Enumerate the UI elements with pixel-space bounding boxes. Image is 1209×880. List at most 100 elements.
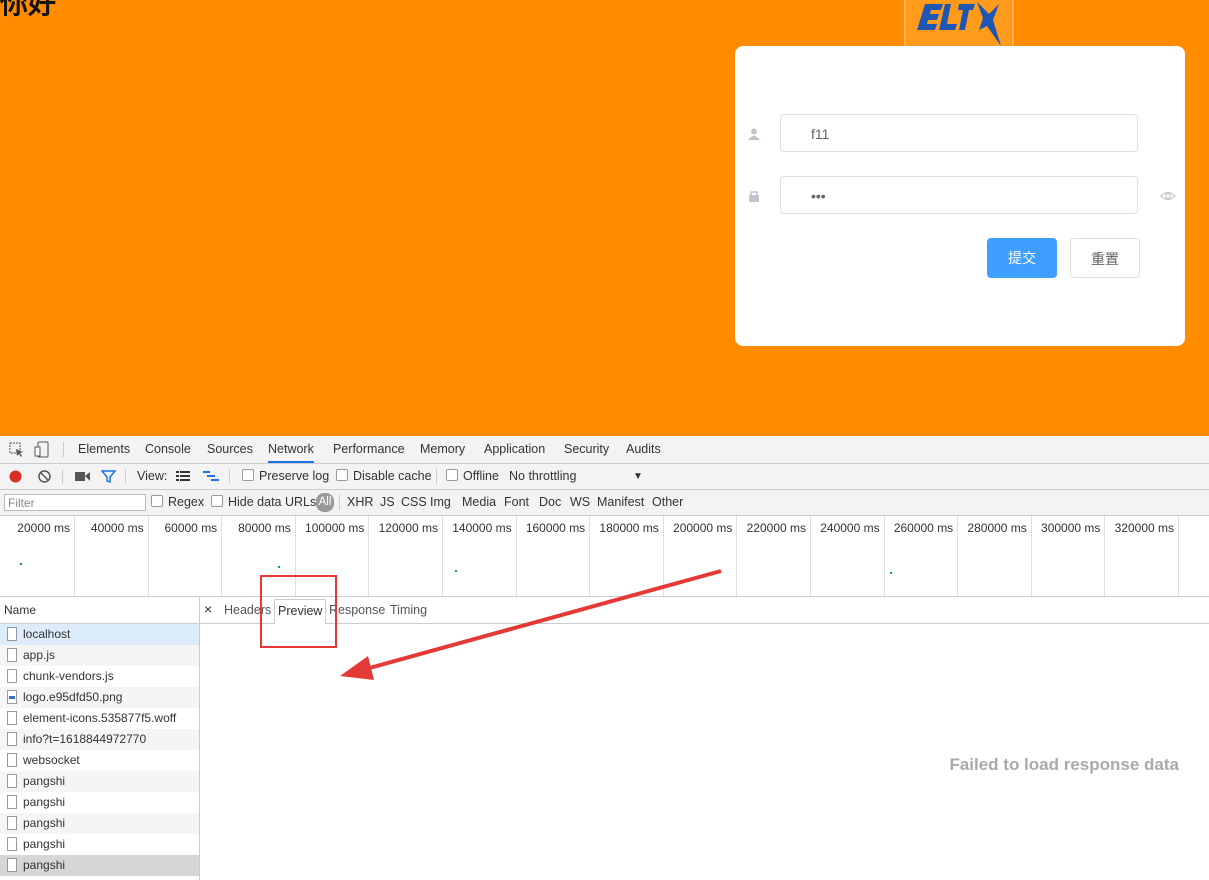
separator bbox=[125, 469, 126, 484]
timeline-gridline bbox=[368, 516, 370, 596]
devtools-tab-bar: Elements Console Sources Network Perform… bbox=[0, 436, 1209, 464]
capture-screenshots-icon[interactable] bbox=[75, 471, 90, 485]
request-row[interactable]: pangshi bbox=[0, 792, 199, 813]
timeline-gridline bbox=[74, 516, 75, 596]
tab-network[interactable]: Network bbox=[268, 436, 314, 463]
timeline-gridline bbox=[1030, 516, 1032, 596]
devtools-panel: Elements Console Sources Network Perform… bbox=[0, 436, 1209, 880]
tab-audits[interactable]: Audits bbox=[626, 436, 661, 463]
timeline-gridline bbox=[1104, 516, 1106, 596]
filter-type-js[interactable]: JS bbox=[380, 490, 395, 515]
tab-timing[interactable]: Timing bbox=[390, 597, 427, 623]
submit-button[interactable]: 提交 bbox=[987, 238, 1057, 278]
eye-icon[interactable] bbox=[1160, 189, 1176, 203]
hide-data-urls-label: Hide data URLs bbox=[228, 495, 317, 509]
clear-icon[interactable] bbox=[38, 470, 51, 486]
throttling-select[interactable]: No throttling bbox=[509, 464, 576, 489]
record-icon[interactable] bbox=[9, 470, 22, 486]
tab-performance[interactable]: Performance bbox=[333, 436, 405, 463]
disable-cache-checkbox[interactable]: Disable cache bbox=[336, 464, 432, 489]
request-row[interactable]: websocket bbox=[0, 750, 199, 771]
web-page-area: 你好 f11 ••• 提交 重置 bbox=[0, 0, 1209, 436]
timeline-tick-label: 320000 ms bbox=[1114, 521, 1174, 535]
preserve-log-checkbox[interactable]: Preserve log bbox=[242, 464, 329, 489]
reset-button[interactable]: 重置 bbox=[1070, 238, 1140, 278]
request-row[interactable]: logo.e95dfd50.png bbox=[0, 687, 199, 708]
detail-tab-bar: × Headers Preview Response Timing bbox=[200, 597, 1209, 624]
filter-type-all[interactable]: All bbox=[316, 493, 334, 512]
filter-type-media[interactable]: Media bbox=[462, 490, 496, 515]
filter-type-other[interactable]: Other bbox=[652, 490, 683, 515]
filter-type-xhr[interactable]: XHR bbox=[347, 490, 373, 515]
separator bbox=[436, 469, 437, 484]
timeline-gridline bbox=[515, 516, 517, 596]
request-name: info?t=1618844972770 bbox=[23, 732, 147, 746]
request-row[interactable]: localhost bbox=[0, 624, 199, 645]
request-row[interactable]: chunk-vendors.js bbox=[0, 666, 199, 687]
throttling-value: No throttling bbox=[509, 469, 577, 483]
tab-response[interactable]: Response bbox=[329, 597, 385, 623]
request-name: pangshi bbox=[23, 816, 66, 830]
offline-checkbox[interactable]: Offline bbox=[446, 464, 499, 489]
timeline-tick-label: 140000 ms bbox=[452, 521, 512, 535]
filter-input[interactable]: Filter bbox=[4, 494, 146, 511]
request-row[interactable]: pangshi bbox=[0, 813, 199, 834]
request-name: element-icons.535877f5.woff bbox=[23, 711, 177, 725]
request-name: websocket bbox=[23, 753, 80, 767]
timeline-gridline bbox=[147, 516, 149, 596]
filter-type-img[interactable]: Img bbox=[430, 490, 451, 515]
waterfall-icon[interactable] bbox=[203, 471, 219, 485]
separator bbox=[229, 469, 230, 484]
tab-console[interactable]: Console bbox=[145, 436, 191, 463]
close-icon[interactable]: × bbox=[204, 597, 212, 621]
filter-type-css[interactable]: CSS bbox=[401, 490, 427, 515]
tab-sources[interactable]: Sources bbox=[207, 436, 253, 463]
separator bbox=[63, 442, 64, 457]
hide-data-urls-checkbox[interactable]: Hide data URLs bbox=[211, 490, 316, 515]
filter-type-ws[interactable]: WS bbox=[570, 490, 590, 515]
request-detail-panel: × Headers Preview Response Timing Failed… bbox=[200, 597, 1209, 880]
timeline-gridline bbox=[662, 516, 664, 596]
tab-memory[interactable]: Memory bbox=[420, 436, 465, 463]
document-file-icon bbox=[7, 669, 17, 683]
timeline-gridline bbox=[957, 516, 959, 596]
document-file-icon bbox=[7, 753, 17, 767]
username-input[interactable]: f11 bbox=[780, 114, 1138, 152]
large-rows-icon[interactable] bbox=[176, 471, 190, 485]
request-row[interactable]: pangshi bbox=[0, 855, 199, 876]
request-list: Name localhost app.js chunk-vendors.js logo… bbox=[0, 597, 200, 880]
timeline-tick-label: 180000 ms bbox=[599, 521, 659, 535]
timeline-tick-label: 260000 ms bbox=[893, 521, 954, 535]
tab-elements[interactable]: Elements bbox=[78, 436, 130, 463]
request-name: logo.e95dfd50.png bbox=[23, 690, 123, 704]
tab-security[interactable]: Security bbox=[564, 436, 609, 463]
filter-type-doc[interactable]: Doc bbox=[539, 490, 561, 515]
document-file-icon bbox=[7, 774, 17, 788]
request-row[interactable]: element-icons.535877f5.woff bbox=[0, 708, 199, 729]
document-file-icon bbox=[7, 858, 17, 872]
device-toggle-icon[interactable] bbox=[34, 441, 50, 461]
name-column-header[interactable]: Name bbox=[0, 597, 199, 624]
request-row[interactable]: pangshi bbox=[0, 771, 199, 792]
request-name: chunk-vendors.js bbox=[23, 669, 114, 683]
timeline-gridline bbox=[294, 516, 296, 596]
regex-checkbox[interactable]: Regex bbox=[151, 490, 204, 515]
filter-type-manifest[interactable]: Manifest bbox=[597, 490, 644, 515]
filter-type-font[interactable]: Font bbox=[504, 490, 529, 515]
request-name: pangshi bbox=[23, 795, 66, 809]
request-row[interactable]: app.js bbox=[0, 645, 199, 666]
chevron-down-icon[interactable]: ▼ bbox=[633, 464, 643, 489]
tab-headers[interactable]: Headers bbox=[224, 597, 271, 623]
disable-cache-label: Disable cache bbox=[353, 469, 432, 483]
password-input[interactable]: ••• bbox=[780, 176, 1138, 214]
network-overview-timeline[interactable]: 20000 ms 40000 ms 60000 ms 80000 ms 100000 m… bbox=[0, 516, 1209, 597]
timeline-gridline bbox=[589, 516, 591, 596]
request-name: pangshi bbox=[23, 858, 66, 872]
tab-application[interactable]: Application bbox=[484, 436, 545, 463]
request-row[interactable]: pangshi bbox=[0, 834, 199, 855]
tab-preview[interactable]: Preview bbox=[274, 599, 327, 624]
request-row[interactable]: info?t=1618844972770 bbox=[0, 729, 199, 750]
inspect-element-icon[interactable] bbox=[9, 442, 24, 460]
filter-icon[interactable] bbox=[100, 470, 117, 486]
failed-load-message: Failed to load response data bbox=[949, 755, 1179, 774]
